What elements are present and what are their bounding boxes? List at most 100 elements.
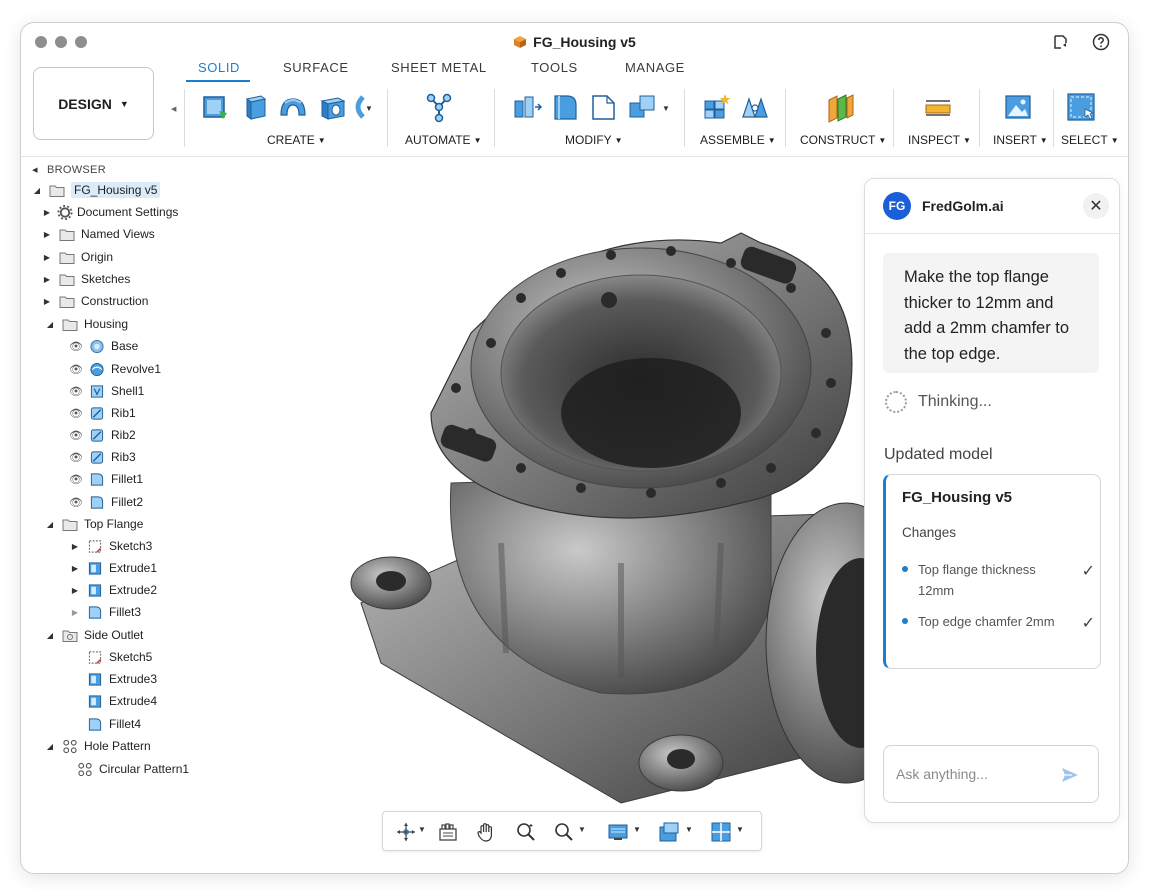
tree-item-circular-pattern1[interactable]: Circular Pattern1: [71, 759, 189, 779]
new-sketch-icon[interactable]: [199, 91, 231, 123]
tree-item-extrude1[interactable]: ▶ Extrude1: [69, 558, 157, 578]
tree-item-sketch5[interactable]: Sketch5: [81, 647, 152, 667]
measure-icon[interactable]: [922, 91, 954, 123]
create-more-caret[interactable]: ▼: [365, 104, 373, 113]
tree-item-fillet3[interactable]: ▶ Fillet3: [69, 602, 141, 622]
automate-menu[interactable]: AUTOMATE ▼: [405, 133, 481, 147]
expand-caret-icon[interactable]: ▶: [69, 608, 81, 617]
eye-icon[interactable]: 👁: [69, 429, 83, 442]
joint-icon[interactable]: [739, 91, 771, 123]
window-select-icon[interactable]: [1065, 91, 1097, 123]
tree-item-fillet2[interactable]: 👁 Fillet2: [69, 492, 143, 512]
expand-caret-icon[interactable]: ▶: [41, 297, 53, 306]
automate-icon[interactable]: [423, 91, 455, 123]
eye-icon[interactable]: 👁: [69, 496, 83, 509]
tree-item-fillet4[interactable]: Fillet4: [81, 714, 141, 734]
expand-caret-icon[interactable]: ◢: [44, 320, 56, 329]
tree-item-construction[interactable]: ▶ Construction: [41, 291, 148, 311]
eye-icon[interactable]: 👁: [69, 451, 83, 464]
tree-item-extrude3[interactable]: Extrude3: [81, 669, 157, 689]
collapse-toolbar-icon[interactable]: ◀: [171, 105, 176, 113]
press-pull-icon[interactable]: [511, 91, 543, 123]
tab-surface[interactable]: SURFACE: [283, 60, 349, 75]
viewports-icon[interactable]: [710, 821, 732, 843]
expand-caret-icon[interactable]: ◢: [31, 186, 43, 195]
tree-item-fillet1[interactable]: 👁 Fillet1: [69, 469, 143, 489]
expand-caret-icon[interactable]: ▶: [69, 542, 81, 551]
help-icon[interactable]: [1092, 33, 1110, 51]
look-at-icon[interactable]: [437, 821, 459, 843]
expand-caret-icon[interactable]: ▶: [41, 230, 53, 239]
revolve-icon[interactable]: [277, 91, 309, 123]
tab-tools[interactable]: TOOLS: [531, 60, 578, 75]
insert-image-icon[interactable]: [1002, 91, 1034, 123]
tree-item-rib2[interactable]: 👁 Rib2: [69, 425, 136, 445]
construct-menu[interactable]: CONSTRUCT ▼: [800, 133, 886, 147]
tree-item-rib1[interactable]: 👁 Rib1: [69, 403, 136, 423]
tab-solid[interactable]: SOLID: [198, 60, 240, 75]
expand-caret-icon[interactable]: ◢: [44, 520, 56, 529]
tree-item-extrude2[interactable]: ▶ Extrude2: [69, 580, 157, 600]
tree-item-sketches[interactable]: ▶ Sketches: [41, 269, 130, 289]
chat-input[interactable]: Ask anything...: [883, 745, 1099, 803]
tree-item-revolve1[interactable]: 👁 Revolve1: [69, 359, 161, 379]
eye-icon[interactable]: 👁: [69, 473, 83, 486]
expand-caret-icon[interactable]: ▶: [41, 208, 53, 217]
tree-item-extrude4[interactable]: Extrude4: [81, 691, 157, 711]
expand-caret-icon[interactable]: ▶: [69, 564, 81, 573]
select-menu[interactable]: SELECT ▼: [1061, 133, 1119, 147]
send-icon[interactable]: [1060, 765, 1080, 785]
insert-menu[interactable]: INSERT ▼: [993, 133, 1048, 147]
tree-item-hole-pattern[interactable]: ◢ Hole Pattern: [44, 736, 151, 756]
modify-more-caret[interactable]: ▼: [662, 104, 670, 113]
orbit-caret[interactable]: ▼: [418, 825, 426, 834]
zoom-caret[interactable]: ▼: [578, 825, 586, 834]
create-menu[interactable]: CREATE ▼: [267, 133, 326, 147]
eye-icon[interactable]: 👁: [69, 363, 83, 376]
expand-caret-icon[interactable]: ▶: [69, 586, 81, 595]
tree-item-base[interactable]: 👁 Base: [69, 336, 138, 356]
fillet-icon[interactable]: [549, 91, 581, 123]
offset-plane-icon[interactable]: [825, 91, 857, 123]
move-copy-icon[interactable]: [627, 91, 659, 123]
tree-item-side-outlet[interactable]: ◢ Side Outlet: [44, 625, 143, 645]
tree-item-housing[interactable]: ◢ Housing: [44, 314, 128, 334]
close-chat-button[interactable]: ✕: [1083, 193, 1109, 219]
browser-root[interactable]: ◢ FG_Housing v5: [31, 180, 161, 200]
job-status-icon[interactable]: [1052, 33, 1070, 51]
zoom-icon[interactable]: [515, 821, 537, 843]
tree-item-origin[interactable]: ▶ Origin: [41, 247, 113, 267]
model-viewport[interactable]: [321, 183, 881, 823]
eye-icon[interactable]: 👁: [69, 407, 83, 420]
tree-item-top-flange[interactable]: ◢ Top Flange: [44, 514, 143, 534]
display-settings-icon[interactable]: [607, 821, 629, 843]
pan-hand-icon[interactable]: [475, 821, 497, 843]
eye-icon[interactable]: 👁: [69, 385, 83, 398]
expand-caret-icon[interactable]: ◢: [44, 631, 56, 640]
tree-item-sketch3[interactable]: ▶ Sketch3: [69, 536, 152, 556]
tree-item-shell1[interactable]: 👁 Shell1: [69, 381, 144, 401]
tree-item-named-views[interactable]: ▶ Named Views: [41, 224, 155, 244]
viewports-caret[interactable]: ▼: [736, 825, 744, 834]
expand-caret-icon[interactable]: ▶: [41, 275, 53, 284]
assemble-menu[interactable]: ASSEMBLE ▼: [700, 133, 776, 147]
display-caret[interactable]: ▼: [633, 825, 641, 834]
orbit-icon[interactable]: [395, 821, 417, 843]
expand-caret-icon[interactable]: ▶: [41, 253, 53, 262]
expand-caret-icon[interactable]: ◢: [44, 742, 56, 751]
model-change-card[interactable]: FG_Housing v5 Changes Top flange thickne…: [883, 474, 1101, 669]
tree-item-rib3[interactable]: 👁 Rib3: [69, 447, 136, 467]
visual-style-icon[interactable]: [658, 821, 680, 843]
eye-icon[interactable]: 👁: [69, 340, 83, 353]
tab-manage[interactable]: MANAGE: [625, 60, 685, 75]
chamfer-icon[interactable]: [587, 91, 619, 123]
new-component-icon[interactable]: [701, 91, 733, 123]
tab-sheet-metal[interactable]: SHEET METAL: [391, 60, 487, 75]
modify-menu[interactable]: MODIFY ▼: [565, 133, 623, 147]
visual-style-caret[interactable]: ▼: [685, 825, 693, 834]
browser-header[interactable]: ◀ BROWSER: [29, 160, 106, 180]
inspect-menu[interactable]: INSPECT ▼: [908, 133, 971, 147]
tree-item-document-settings[interactable]: ▶ Document Settings: [41, 202, 178, 222]
housing-model[interactable]: [350, 232, 881, 804]
extrude-icon[interactable]: [239, 91, 271, 123]
